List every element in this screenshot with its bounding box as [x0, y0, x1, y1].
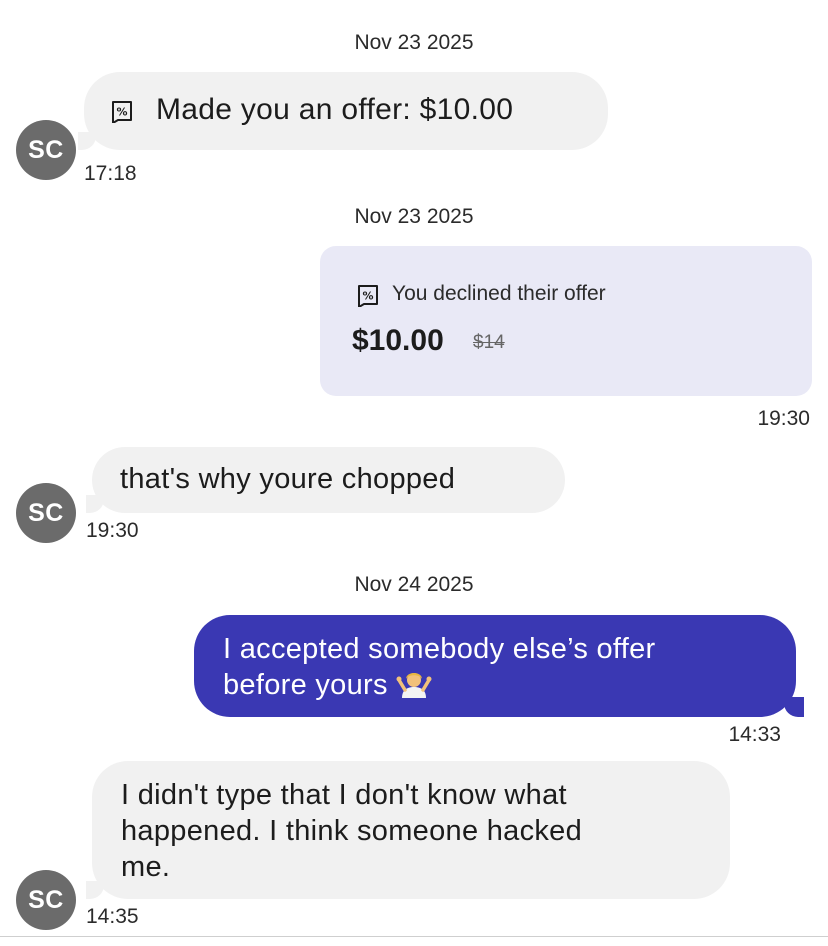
offer-status-text: You declined their offer — [392, 282, 606, 305]
bottom-divider — [0, 936, 828, 937]
message-text: I accepted somebody else’s offer before … — [223, 631, 656, 707]
incoming-message-bubble[interactable]: that's why youre chopped — [86, 447, 565, 513]
message-timestamp: 14:33 — [728, 723, 781, 746]
offer-price: $10.00 — [352, 324, 444, 357]
date-separator: Nov 23 2025 — [354, 205, 474, 228]
message-timestamp: 19:30 — [757, 407, 810, 430]
avatar[interactable]: SC — [16, 483, 76, 543]
avatar[interactable]: SC — [16, 120, 76, 180]
offer-tag-icon: % — [110, 99, 134, 128]
svg-text:%: % — [116, 106, 127, 119]
person-shrugging-emoji-icon — [396, 668, 432, 707]
svg-text:%: % — [362, 290, 373, 303]
message-text: that's why youre chopped — [120, 463, 456, 495]
message-line: I didn't type that I don't know what — [121, 779, 567, 811]
message-timestamp: 19:30 — [86, 519, 139, 542]
message-line: happened. I think someone hacked — [121, 815, 583, 847]
outgoing-message-bubble[interactable]: I accepted somebody else’s offer before … — [194, 615, 804, 717]
message-line: I accepted somebody else’s offer — [223, 633, 656, 665]
incoming-message-bubble[interactable]: I didn't type that I don't know what hap… — [86, 761, 730, 899]
message-timestamp: 14:35 — [86, 905, 139, 928]
message-line: me. — [121, 851, 171, 883]
date-separator: Nov 23 2025 — [354, 31, 474, 54]
declined-offer-card[interactable]: % You declined their offer $10.00 $14 — [320, 246, 812, 396]
message-line: before yours — [223, 669, 388, 701]
offer-tag-icon: % — [356, 283, 380, 312]
date-separator: Nov 24 2025 — [354, 573, 474, 596]
offer-message-bubble[interactable]: % Made you an offer: $10.00 — [78, 72, 608, 150]
message-timestamp: 17:18 — [84, 162, 137, 185]
message-text: I didn't type that I don't know what hap… — [121, 777, 582, 885]
offer-message-text: Made you an offer: $10.00 — [156, 93, 514, 126]
message-line-with-emoji: before yours — [223, 667, 656, 707]
original-price: $14 — [473, 332, 505, 353]
avatar[interactable]: SC — [16, 870, 76, 930]
